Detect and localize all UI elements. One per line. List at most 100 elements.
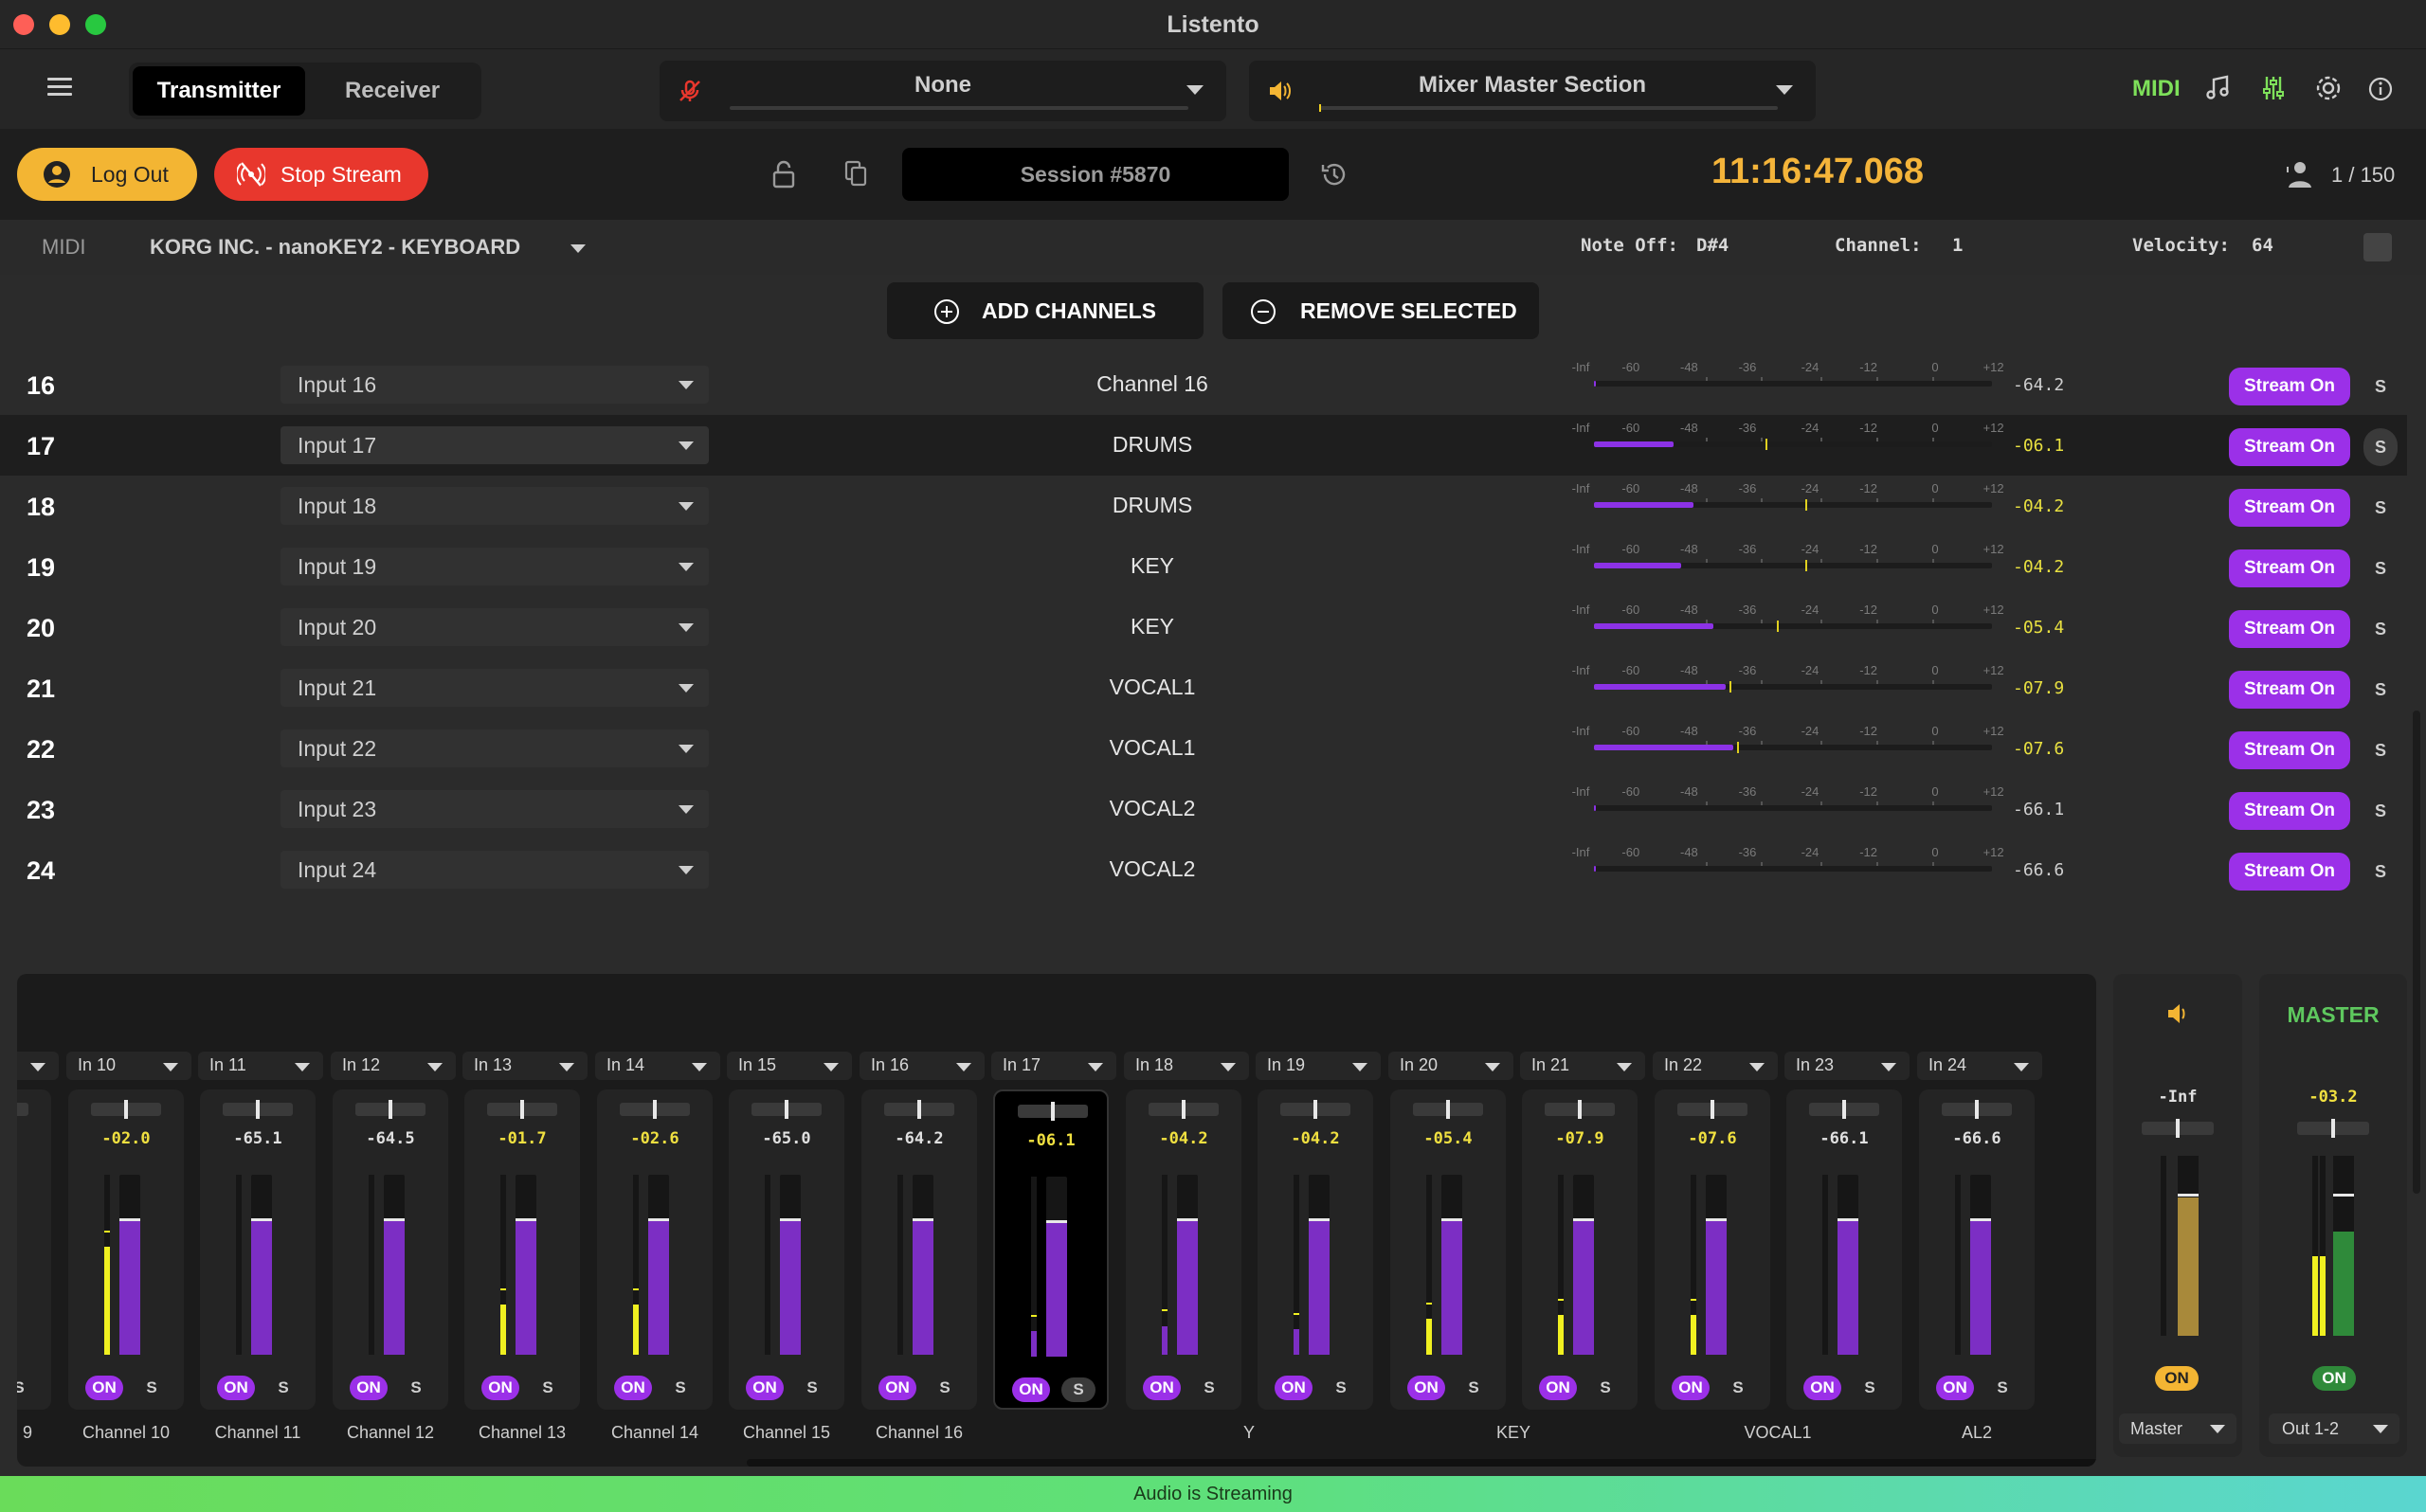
channel-name[interactable]: VOCAL1 [963,675,1342,700]
channel-row[interactable]: 18 Input 18 DRUMS -Inf -60 -48 -36 -24 -12 0 +1… [0,476,2407,536]
strip-input-select[interactable]: In 21 [1520,1052,1645,1080]
stream-on-button[interactable]: Stream On [2229,489,2350,527]
stream-on-button[interactable]: Stream On [2229,792,2350,830]
pan-slider[interactable] [884,1100,954,1119]
gear-icon[interactable] [2312,72,2345,104]
channel-name[interactable]: VOCAL1 [963,735,1342,761]
strip-on-button[interactable]: ON [878,1376,916,1400]
pan-slider[interactable] [355,1100,425,1119]
stream-on-button[interactable]: Stream On [2229,853,2350,891]
strip-input-select[interactable]: In 18 [1124,1052,1249,1080]
mixer-strip[interactable]: -04.2 ON S [1126,1089,1241,1410]
strip-on-button[interactable]: ON [1936,1376,1974,1400]
solo-button[interactable]: S [2363,368,2398,405]
strip-input-select[interactable]: In 12 [331,1052,456,1080]
mixer-strip[interactable]: -64.2 ON S [861,1089,977,1410]
channel-input-select[interactable]: Input 21 [281,669,709,707]
pan-slider[interactable] [1942,1100,2012,1119]
channel-input-select[interactable]: Input 23 [281,790,709,828]
strip-solo-button[interactable]: S [531,1376,565,1400]
mixer-strip[interactable]: -01.7 ON S [464,1089,580,1410]
strip-solo-button[interactable]: S [1324,1376,1358,1400]
channel-input-select[interactable]: Input 20 [281,608,709,646]
tab-transmitter[interactable]: Transmitter [133,66,305,116]
strip-solo-button[interactable]: S [1061,1377,1095,1402]
strip-on-button[interactable]: ON [746,1376,784,1400]
solo-button[interactable]: S [2363,792,2398,830]
strip-on-button[interactable]: ON [1012,1377,1050,1402]
channel-input-select[interactable]: Input 18 [281,487,709,525]
pan-slider[interactable] [1413,1100,1483,1119]
unlock-icon[interactable] [771,159,796,189]
strip-input-select[interactable]: In 13 [462,1052,588,1080]
strip-solo-button[interactable]: S [1853,1376,1887,1400]
master-pan[interactable] [2297,1119,2369,1138]
strip-solo-button[interactable]: S [1457,1376,1491,1400]
history-icon[interactable] [1319,159,1349,189]
channel-row[interactable]: 16 Input 16 Channel 16 -Inf -60 -48 -36 -24-… [0,354,2407,415]
midi-toggle[interactable]: MIDI [2132,76,2181,102]
mixer-strip[interactable]: -65.1 ON S [200,1089,316,1410]
pan-slider[interactable] [91,1100,161,1119]
master-route-select[interactable]: Out 1-2 [2269,1413,2399,1444]
strip-input-select[interactable]: In 10 [66,1052,191,1080]
channel-input-select[interactable]: Input 16 [281,366,709,404]
volume-fader[interactable] [1706,1175,1727,1355]
monitor-pan[interactable] [2142,1119,2214,1138]
volume-fader[interactable] [1573,1175,1594,1355]
pan-slider[interactable] [487,1100,557,1119]
strip-on-button[interactable]: ON [1407,1376,1445,1400]
strip-solo-button[interactable]: S [1985,1376,2019,1400]
mixer-strip[interactable]: -65.0 ON S [729,1089,844,1410]
strip-solo-button[interactable]: S [1192,1376,1226,1400]
mixer-strip[interactable]: -06.1 ON S [993,1089,1109,1410]
channel-input-select[interactable]: Input 17 [281,426,709,464]
output-device-select[interactable]: Mixer Master Section [1249,61,1816,121]
channel-name[interactable]: VOCAL2 [963,796,1342,821]
strip-on-button[interactable]: ON [1672,1376,1710,1400]
strip-input-select[interactable]: In 14 [595,1052,720,1080]
mixer-strip[interactable]: -07.9 ON S [1522,1089,1638,1410]
strip-input-select[interactable]: In 9 [17,1052,59,1080]
solo-button[interactable]: S [2363,549,2398,587]
solo-button[interactable]: S [2363,610,2398,648]
stream-on-button[interactable]: Stream On [2229,671,2350,709]
strip-on-button[interactable]: ON [217,1376,255,1400]
strip-input-select[interactable]: In 20 [1388,1052,1513,1080]
channel-name[interactable]: DRUMS [963,493,1342,518]
strip-on-button[interactable]: ON [1803,1376,1841,1400]
monitor-on-button[interactable]: ON [2155,1366,2199,1391]
volume-fader[interactable] [384,1175,405,1355]
solo-button[interactable]: S [2363,428,2398,466]
solo-button[interactable]: S [2363,489,2398,527]
solo-button[interactable]: S [2363,853,2398,891]
master-on-button[interactable]: ON [2312,1366,2356,1391]
volume-fader[interactable] [251,1175,272,1355]
pan-slider[interactable] [1149,1100,1219,1119]
volume-fader[interactable] [1309,1175,1330,1355]
volume-fader[interactable] [913,1175,933,1355]
strip-input-select[interactable]: In 19 [1256,1052,1381,1080]
pan-slider[interactable] [1809,1100,1879,1119]
menu-icon[interactable] [47,78,72,97]
strip-on-button[interactable]: ON [1143,1376,1181,1400]
pan-slider[interactable] [223,1100,293,1119]
monitor-fader[interactable] [2178,1156,2199,1336]
mixer-strip[interactable]: -01.9 ON S [17,1089,51,1410]
channel-row[interactable]: 22 Input 22 VOCAL1 -Inf -60 -48 -36 -24 -12 0 +… [0,718,2407,779]
channel-row[interactable]: 17 Input 17 DRUMS -Inf -60 -48 -36 -24 -12 0 +1… [0,415,2407,476]
pan-slider[interactable] [1280,1100,1350,1119]
mixer-strip[interactable]: -04.2 ON S [1258,1089,1373,1410]
pan-slider[interactable] [1018,1102,1088,1121]
stream-on-button[interactable]: Stream On [2229,368,2350,405]
info-icon[interactable] [2367,76,2394,102]
strip-on-button[interactable]: ON [614,1376,652,1400]
strip-solo-button[interactable]: S [17,1376,36,1400]
mixer-strip[interactable]: -66.1 ON S [1786,1089,1902,1410]
strip-on-button[interactable]: ON [350,1376,388,1400]
pan-slider[interactable] [1545,1100,1615,1119]
channel-row[interactable]: 23 Input 23 VOCAL2 -Inf -60 -48 -36 -24 -12 0 +… [0,779,2407,839]
strip-on-button[interactable]: ON [85,1376,123,1400]
strip-solo-button[interactable]: S [266,1376,300,1400]
mixer-strip[interactable]: -02.6 ON S [597,1089,713,1410]
